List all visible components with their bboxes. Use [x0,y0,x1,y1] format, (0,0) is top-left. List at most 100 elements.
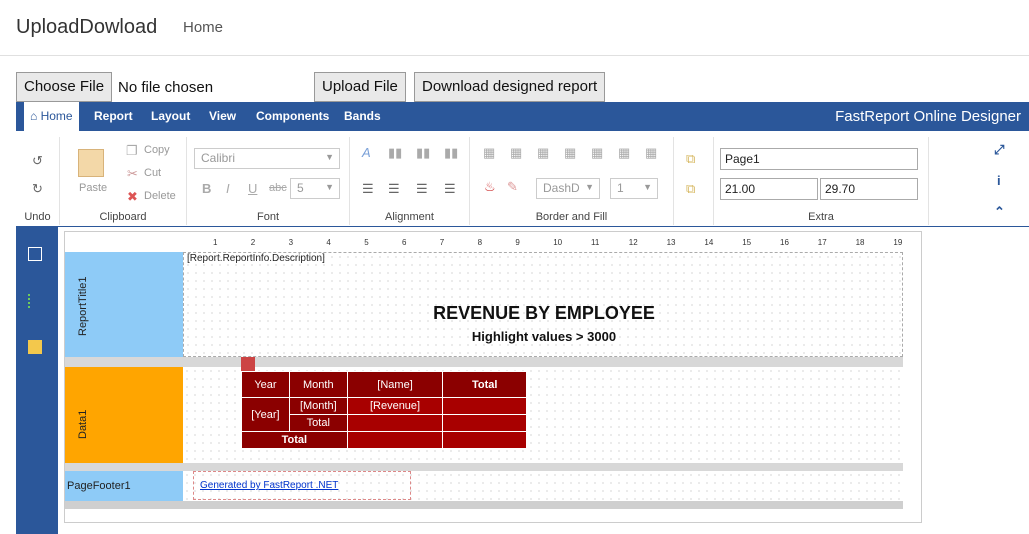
paste-button[interactable]: Paste [79,182,107,194]
report-tree-icon[interactable] [28,294,42,308]
report-page[interactable]: 1 2 3 4 5 6 7 8 9 10 11 12 13 14 15 16 17 18 19 ReportTitl… [64,231,922,523]
chevron-up-icon[interactable]: ⌃ [994,204,1005,220]
fullscreen-icon[interactable]: ⤢ [994,142,1004,158]
tab-layout[interactable]: Layout [151,102,190,131]
table-handle[interactable] [241,357,255,371]
table-cell[interactable]: [Revenue] [346,397,444,415]
text-style-icon[interactable]: A [362,145,371,160]
brand-link[interactable]: UploadDowload [16,16,157,39]
table-cell[interactable] [346,414,444,432]
description-text[interactable]: [Report.ReportInfo.Description] [187,253,325,264]
table-cell[interactable]: Year [241,371,290,398]
data-band-label[interactable]: Data1 [65,367,183,463]
cut-button[interactable]: Cut [144,167,161,179]
matrix-table[interactable]: Year Month [Name] Total [Year] [Month] [… [241,371,527,449]
fill-bucket-icon[interactable]: ♨ [484,179,496,195]
border-icon[interactable]: ▦ [537,145,549,161]
designer-title: FastReport Online Designer [835,108,1021,125]
band-separator [65,357,903,367]
report-title-text[interactable]: REVENUE BY EMPLOYEE [184,303,904,324]
download-report-button[interactable]: Download designed report [414,72,606,102]
copy-icon: ❐ [126,143,138,158]
tab-bands[interactable]: Bands [344,102,381,131]
data-band[interactable]: Year Month [Name] Total [Year] [Month] [… [183,357,903,463]
table-cell[interactable] [442,397,527,415]
page-width-input[interactable]: 21.00 [720,178,818,200]
bold-icon[interactable]: B [202,181,211,196]
table-cell[interactable]: [Year] [241,397,290,432]
design-canvas[interactable]: 1 2 3 4 5 6 7 8 9 10 11 12 13 14 15 16 17 18 19 ReportTitl… [58,227,1029,534]
table-cell[interactable]: [Name] [346,371,444,398]
tab-components[interactable]: Components [256,102,329,131]
send-to-back-icon[interactable]: ⧉ [686,181,695,197]
delete-icon: ✖ [127,189,138,204]
table-cell[interactable] [442,431,527,449]
nav-home-link[interactable]: Home [183,19,223,36]
info-icon[interactable]: i [997,173,1001,188]
designer-sidebar [16,227,58,534]
vertical-align-icon[interactable]: ▮▮ [416,145,430,161]
report-subtitle-text[interactable]: Highlight values > 3000 [184,329,904,344]
page-footer-band[interactable]: Generated by FastReport .NET [183,471,903,501]
redo-icon[interactable]: ↻ [32,181,43,197]
font-group-label: Font [256,211,279,223]
align-center-icon[interactable]: ☰ [388,181,400,197]
report-title-band-label[interactable]: ReportTitle1 [65,252,183,357]
bring-to-front-icon[interactable]: ⧉ [686,151,695,167]
undo-group-label: Undo [24,211,51,223]
border-width-select[interactable]: 1 ▼ [610,178,658,199]
italic-icon[interactable]: I [226,181,230,196]
page-footer-band-label[interactable]: PageFooter1 [65,471,183,501]
align-right-icon[interactable]: ☰ [416,181,428,197]
band-separator [65,463,903,471]
table-cell[interactable]: [Month] [288,397,348,415]
border-icon[interactable]: ▦ [510,145,522,161]
vertical-align-icon[interactable]: ▮▮ [388,145,402,161]
border-icon[interactable]: ▦ [483,145,495,161]
border-icon[interactable]: ▦ [618,145,630,161]
table-cell[interactable]: Total [288,414,348,432]
tab-report[interactable]: Report [94,102,133,131]
border-icon[interactable]: ▦ [645,145,657,161]
copy-button[interactable]: Copy [144,144,170,156]
ruler-tick: 9 [515,238,520,247]
table-cell[interactable]: Total [241,431,348,449]
strikethrough-icon[interactable]: abc [269,182,287,194]
band-separator [65,501,903,509]
dash-style-select[interactable]: DashD ▼ [536,178,600,199]
tab-home[interactable]: ⌂ Home [24,102,79,131]
clipboard-group: Paste Copy Cut Delete ❐ ✂ ✖ Clipboard [60,137,187,225]
tab-view[interactable]: View [209,102,236,131]
page-height-input[interactable]: 29.70 [820,178,918,200]
ruler-tick: 5 [364,238,369,247]
fastreport-link[interactable]: Generated by FastReport .NET [200,480,338,491]
table-cell[interactable]: Month [288,371,348,398]
report-title-band[interactable]: [Report.ReportInfo.Description] REVENUE … [183,252,903,357]
font-family-select[interactable]: Calibri ▼ [194,148,340,169]
data-tree-icon[interactable] [28,247,42,261]
upload-file-button[interactable]: Upload File [314,72,406,102]
footer-text-object[interactable]: Generated by FastReport .NET [193,471,411,500]
vertical-align-icon[interactable]: ▮▮ [444,145,458,161]
border-icon[interactable]: ▦ [564,145,576,161]
underline-icon[interactable]: U [248,181,257,196]
align-left-icon[interactable]: ☰ [362,181,374,197]
pen-icon[interactable]: ✎ [507,179,518,195]
choose-file-button[interactable]: Choose File [16,72,113,102]
ruler-tick: 15 [742,238,752,247]
ruler-tick: 3 [288,238,294,247]
table-cell[interactable] [442,414,527,432]
ruler-tick: 4 [326,238,331,247]
page-name-input[interactable]: Page1 [720,148,918,170]
clipboard-group-label: Clipboard [99,211,147,223]
table-cell[interactable]: Total [442,371,527,398]
table-cell[interactable] [346,431,444,449]
properties-icon[interactable] [28,340,42,354]
border-icon[interactable]: ▦ [591,145,603,161]
paste-icon[interactable] [78,149,104,177]
ruler-tick: 1 [213,238,218,247]
font-size-select[interactable]: 5 ▼ [290,178,340,199]
align-justify-icon[interactable]: ☰ [444,181,456,197]
delete-button[interactable]: Delete [144,190,176,202]
undo-icon[interactable]: ↺ [32,153,43,169]
